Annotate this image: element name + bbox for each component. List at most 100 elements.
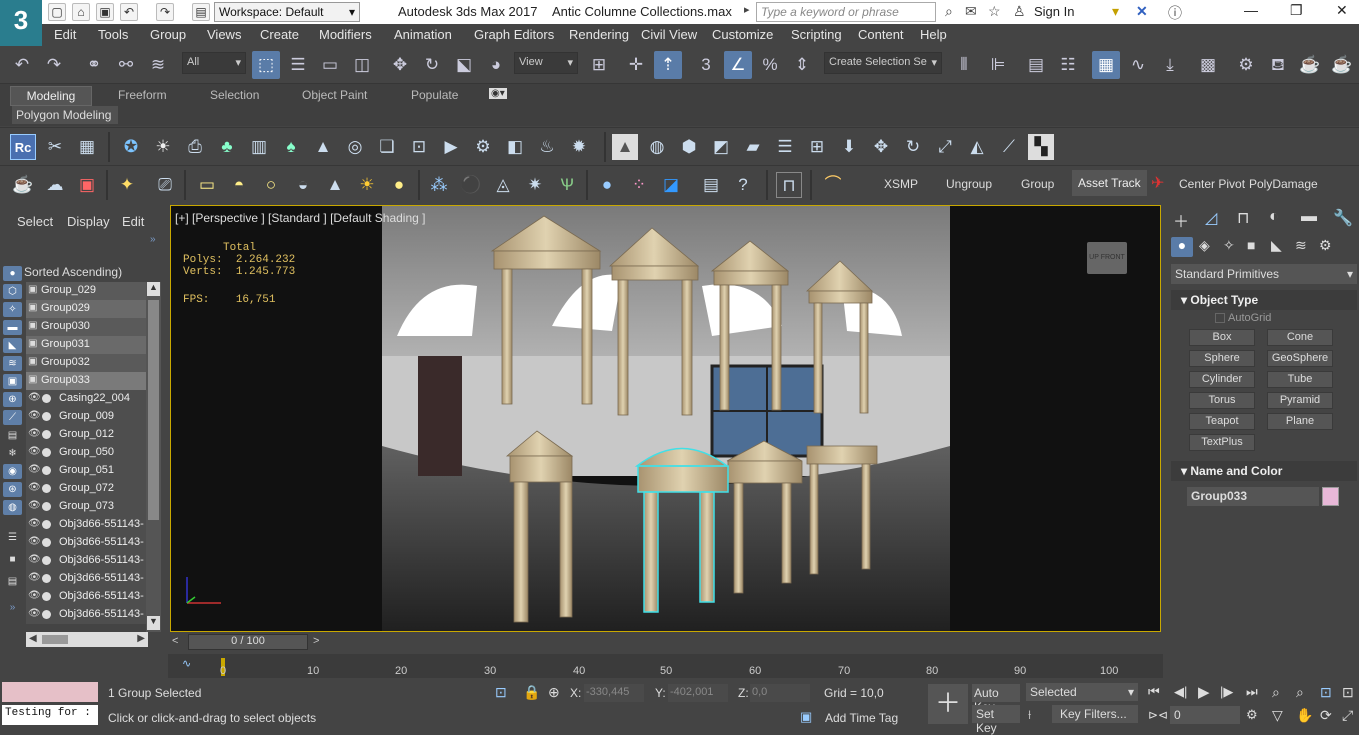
keyboard-shortcut-override-icon[interactable]: ⇡ (654, 51, 682, 79)
menu-content[interactable]: Content (858, 27, 904, 42)
material-editor-icon[interactable]: ▩ (1194, 51, 1222, 79)
light-filter-icon[interactable]: ✧ (3, 302, 22, 317)
box-list-icon[interactable]: ■ (3, 552, 22, 567)
eye-icon[interactable]: 👁 (28, 572, 41, 583)
zoom-icon[interactable]: ⌕ (1272, 684, 1280, 701)
polygon-modeling-panel[interactable]: Polygon Modeling (12, 106, 118, 124)
time-configuration-icon[interactable]: ⚙ (1246, 707, 1258, 723)
hidden-filter-icon[interactable]: ◉ (3, 464, 22, 479)
scale-tool-icon[interactable]: ⤢ (932, 134, 958, 160)
eye-icon[interactable]: 👁 (28, 536, 41, 547)
utilities-tab-icon[interactable]: 🔧 (1333, 208, 1353, 228)
list-item[interactable]: 👁 Group_009 (26, 408, 146, 426)
geometry-filter-icon[interactable]: ● (3, 266, 22, 281)
key-mode-toggle-icon[interactable]: ⊳⊲ (1148, 708, 1168, 722)
layers-icon[interactable]: ❏ (374, 134, 400, 160)
checker-icon[interactable]: ▚ (1028, 134, 1054, 160)
cone-tree-icon[interactable]: ▲ (310, 134, 336, 160)
object-name-field[interactable]: Group033 (1187, 487, 1319, 506)
box-button[interactable]: Box (1189, 329, 1255, 346)
list-item[interactable]: 👁 Obj3d66-551143- (26, 516, 146, 534)
play-icon[interactable]: ▶ (1198, 683, 1210, 701)
pyramid-button[interactable]: Pyramid (1267, 392, 1333, 409)
tab-edit[interactable]: Edit (122, 214, 144, 229)
scroll-down-icon[interactable]: ▼ (147, 616, 160, 630)
name-and-color-rollout[interactable]: ▾ Name and Color (1171, 461, 1357, 481)
geometry-category-icon[interactable]: ● (1171, 237, 1193, 257)
curve-editor-icon[interactable]: ∿ (1124, 51, 1152, 79)
menu-scripting[interactable]: Scripting (791, 27, 842, 42)
list-item[interactable]: ▣ Group030 (26, 318, 146, 336)
auto-key-button[interactable]: Auto Key (972, 684, 1020, 714)
binoculars-icon[interactable]: ⌕ (945, 3, 953, 20)
sun-icon[interactable]: ☀ (150, 134, 176, 160)
modify-tab-icon[interactable]: ◿ (1205, 208, 1217, 228)
ungroup-button[interactable]: Ungroup (946, 177, 992, 191)
cloud-icon[interactable]: ☁ (42, 172, 68, 198)
window-crossing-icon[interactable]: ◫ (348, 51, 376, 79)
menu-tools[interactable]: Tools (98, 27, 128, 42)
eye-icon[interactable]: 👁 (28, 482, 41, 493)
scroll-up-icon[interactable]: ▲ (147, 282, 160, 296)
undo-icon[interactable]: ↶ (8, 51, 36, 79)
grass-icon[interactable]: Ѱ (554, 172, 580, 198)
eye-icon[interactable]: 👁 (28, 554, 41, 565)
display-all-icon[interactable]: ⊛ (3, 482, 22, 497)
orbit-icon[interactable]: ⟳ (1320, 707, 1332, 724)
add-time-tag-button[interactable]: Add Time Tag (825, 711, 898, 725)
hierarchy-icon[interactable]: ◍ (3, 500, 22, 515)
schematic-view-icon[interactable]: ⤓ (1156, 51, 1184, 79)
named-selection-set-dropdown[interactable]: Create Selection Se ▾ (824, 52, 942, 74)
asset-track-button[interactable]: Asset Track (1072, 170, 1147, 196)
eye-icon[interactable]: 👁 (28, 608, 41, 619)
reference-coordinate-dropdown[interactable]: View ▾ (514, 52, 578, 74)
scroll-right-icon[interactable]: ▶ (137, 633, 145, 644)
plane-object-icon[interactable]: ◬ (490, 172, 516, 198)
scrollbar-thumb[interactable] (148, 300, 159, 520)
spacewarps-category-icon[interactable]: ≋ (1295, 237, 1307, 254)
shapes-category-icon[interactable]: ◈ (1199, 237, 1210, 254)
dome-light-icon[interactable]: ◓ (226, 172, 252, 198)
geosphere-button[interactable]: GeoSphere (1267, 350, 1333, 367)
angle-snap-icon[interactable]: ∠ (724, 51, 752, 79)
ies-light-icon[interactable]: ▲ (322, 172, 348, 198)
eye-icon[interactable]: 👁 (28, 518, 41, 529)
rectangular-selection-icon[interactable]: ▭ (316, 51, 344, 79)
communication-icon[interactable]: ✉ (965, 3, 977, 20)
list-item[interactable]: 👁 Obj3d66-551143- (26, 552, 146, 570)
lights-category-icon[interactable]: ✧ (1223, 237, 1235, 254)
cylinder-button[interactable]: Cylinder (1189, 371, 1255, 388)
perspective-viewport[interactable]: [+] [Perspective ] [Standard ] [Default … (170, 205, 1161, 632)
pivot-center-icon[interactable]: ⊞ (585, 51, 613, 79)
percent-snap-icon[interactable]: % (756, 51, 784, 79)
expand-arrow-icon[interactable]: ▸ (744, 3, 750, 16)
stack-icon[interactable]: ☰ (772, 134, 798, 160)
photo-icon[interactable]: ▣ (74, 172, 100, 198)
railclone-icon[interactable]: Rc (10, 134, 36, 160)
image-icon[interactable]: ▲ (612, 134, 638, 160)
container-filter-icon[interactable]: ▤ (3, 428, 22, 443)
frozen-filter-icon[interactable]: ❄ (3, 446, 22, 461)
cameras-category-icon[interactable]: ■ (1247, 237, 1255, 253)
rainbow-bridge-icon[interactable]: ⌒ (820, 172, 846, 198)
spinner-snap-icon[interactable]: ⇕ (788, 51, 816, 79)
maximize-button[interactable]: ❐ (1290, 2, 1303, 19)
close-button[interactable]: ✕ (1336, 2, 1348, 19)
notes-icon[interactable]: ▤ (3, 574, 22, 589)
maxscript-listener-output[interactable] (2, 682, 98, 702)
freeze-dot-icon[interactable] (42, 430, 51, 439)
vertical-scrollbar[interactable]: ▲ ▼ (146, 282, 161, 632)
select-by-name-icon[interactable]: ☰ (284, 51, 312, 79)
eye-icon[interactable]: 👁 (28, 590, 41, 601)
slice-icon[interactable]: ⟋ (996, 134, 1022, 160)
redo-icon[interactable]: ↷ (40, 51, 68, 79)
lock-selection-icon[interactable]: 🔒 (523, 684, 540, 701)
unlink-icon[interactable]: ⚯ (112, 51, 140, 79)
menu-animation[interactable]: Animation (394, 27, 452, 42)
undo-icon[interactable]: ↶ (120, 3, 138, 21)
create-tab-icon[interactable]: ＋ (1173, 208, 1189, 232)
panel-icon[interactable]: ◧ (502, 134, 528, 160)
expand-arrow-icon[interactable]: » (3, 600, 22, 615)
render-light-icon[interactable]: ✦ (114, 172, 140, 198)
next-frame-icon[interactable]: > (313, 635, 319, 647)
